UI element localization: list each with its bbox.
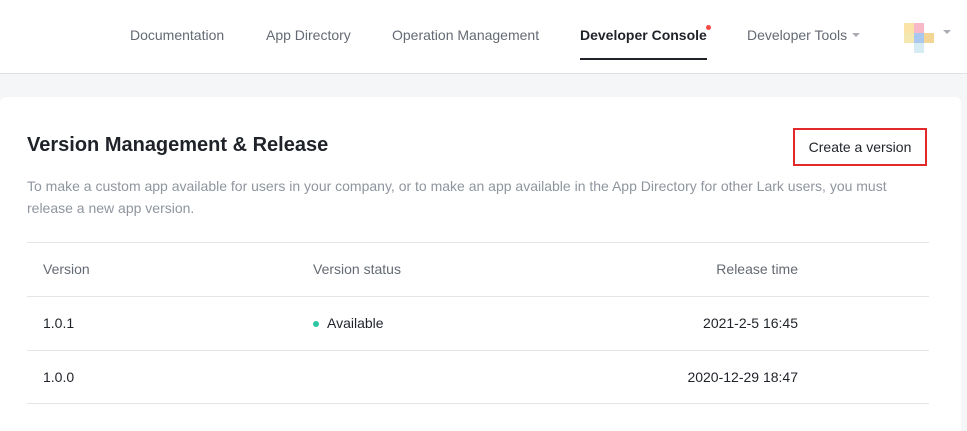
nav-operation-management[interactable]: Operation Management	[392, 0, 539, 74]
versions-table: Version Version status Release time 1.0.…	[27, 242, 929, 404]
nav-label: Developer Tools	[747, 27, 848, 43]
status-cell: Available	[313, 297, 384, 350]
page-description: To make a custom app available for users…	[27, 178, 887, 216]
version-cell: 1.0.1	[43, 315, 75, 331]
status-text: Available	[327, 315, 384, 331]
nav-label: Operation Management	[392, 27, 540, 43]
header-version: Version	[43, 261, 90, 277]
account-menu-chevron-icon[interactable]	[943, 30, 951, 34]
table-row[interactable]: 1.0.0 2020-12-29 18:47	[27, 350, 929, 404]
table-header: Version Version status Release time	[27, 242, 929, 296]
nav-label: Documentation	[130, 27, 225, 43]
chevron-down-icon	[852, 33, 861, 38]
top-navigation: Documentation App Directory Operation Ma…	[0, 0, 967, 74]
nav-documentation[interactable]: Documentation	[130, 0, 224, 74]
version-management-card: Version Management & Release Create a ve…	[0, 97, 961, 431]
nav-developer-console[interactable]: Developer Console	[580, 0, 711, 74]
header-status: Version status	[313, 261, 401, 277]
release-time-cell: 2020-12-29 18:47	[687, 369, 798, 385]
nav-label: Developer Console	[580, 27, 707, 43]
avatar[interactable]	[904, 23, 934, 53]
release-time-cell: 2021-2-5 16:45	[703, 315, 798, 331]
notification-dot	[705, 25, 711, 30]
version-cell: 1.0.0	[43, 369, 75, 385]
status-available-dot-icon	[313, 320, 319, 327]
nav-developer-tools[interactable]: Developer Tools	[747, 0, 861, 74]
create-version-button[interactable]: Create a version	[793, 128, 927, 166]
page-title: Version Management & Release	[27, 134, 329, 156]
header-release-time: Release time	[716, 261, 798, 277]
nav-app-directory[interactable]: App Directory	[266, 0, 351, 74]
create-version-label: Create a version	[808, 139, 912, 155]
nav-label: App Directory	[266, 27, 351, 43]
table-row[interactable]: 1.0.1 Available 2021-2-5 16:45	[27, 296, 929, 350]
